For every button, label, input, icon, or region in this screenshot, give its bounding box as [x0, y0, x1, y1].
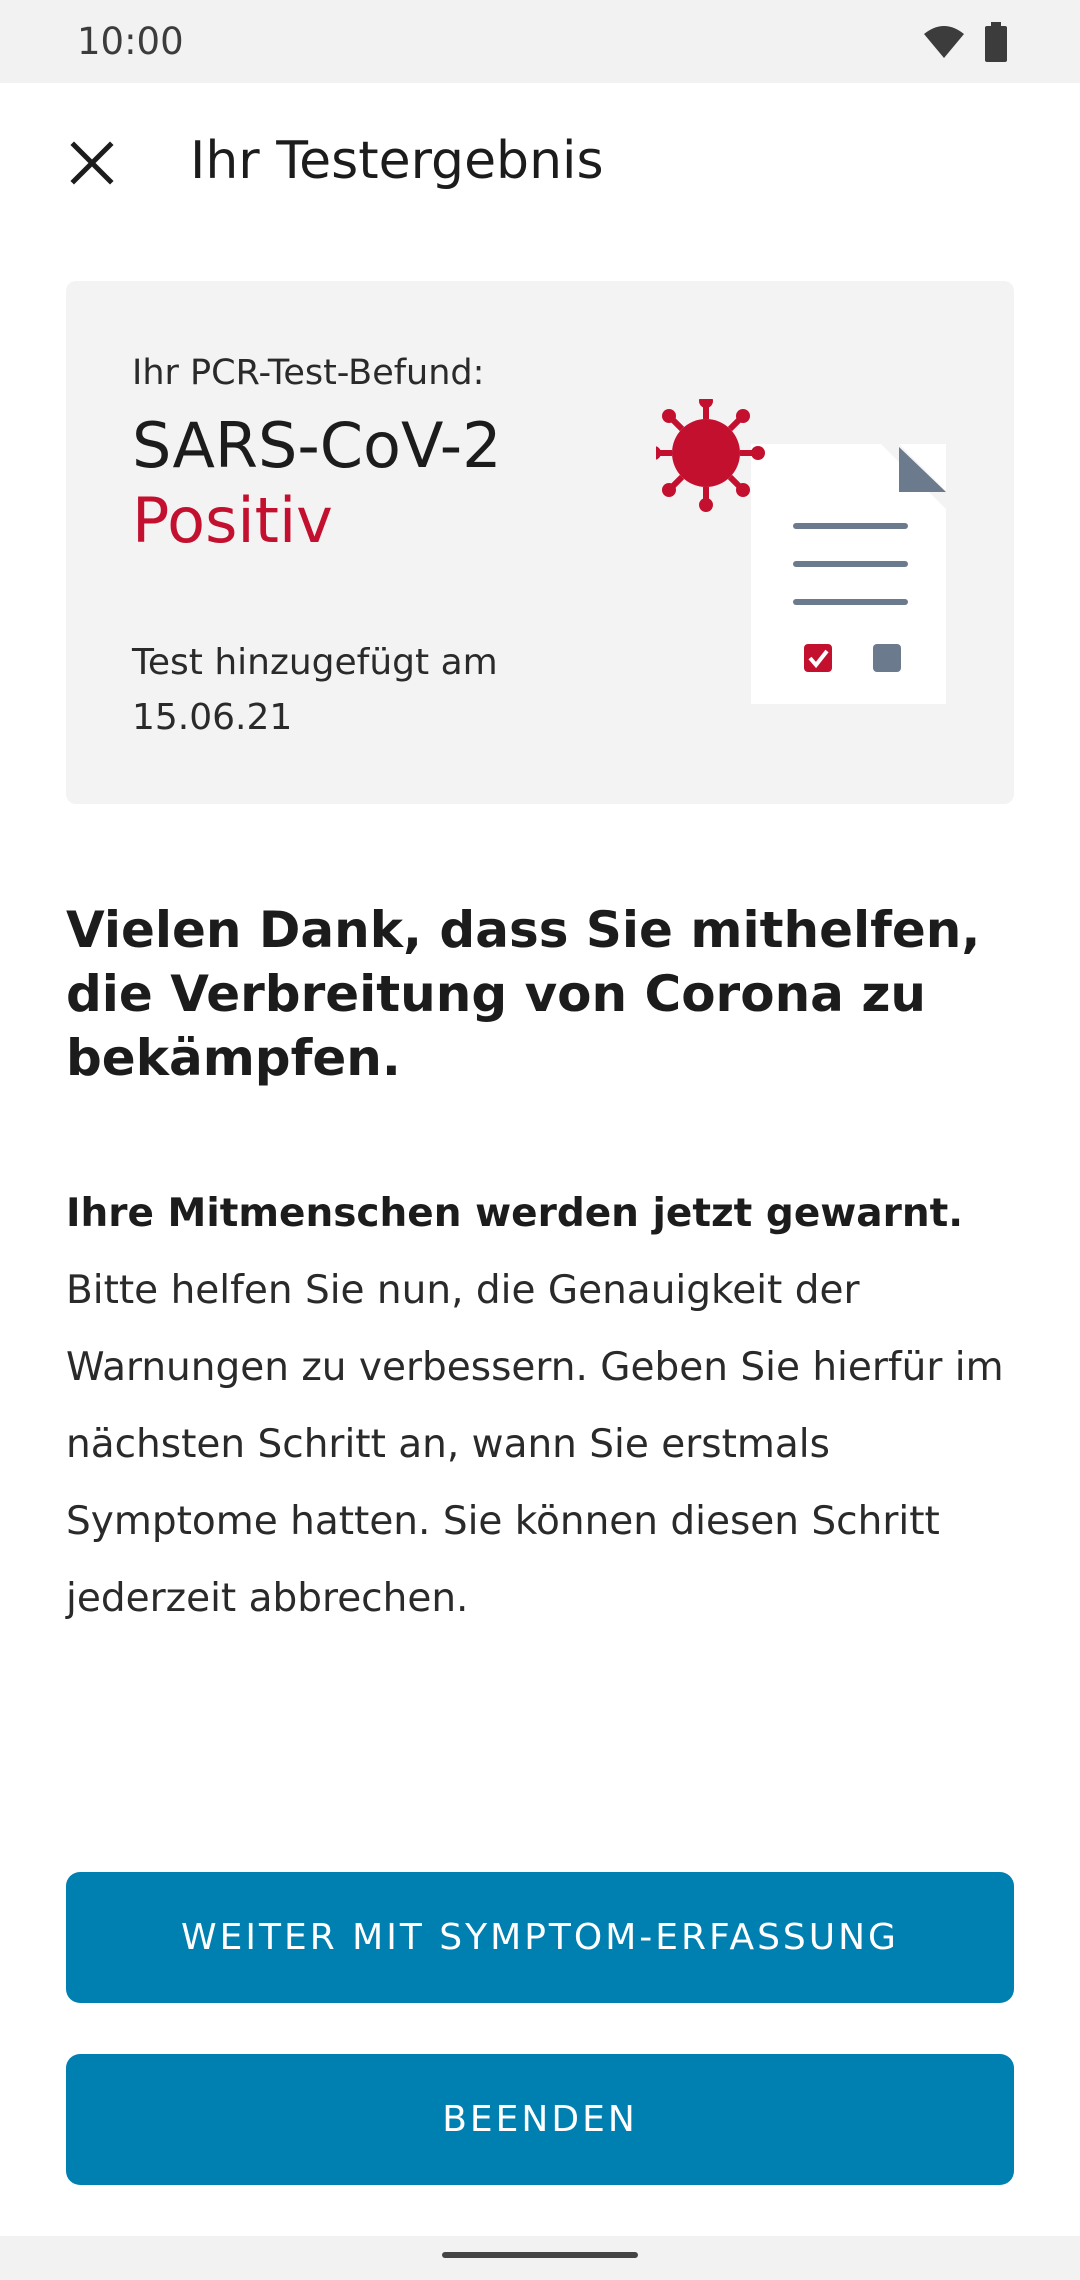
- page-title: Ihr Testergebnis: [190, 131, 604, 191]
- thank-you-headline: Vielen Dank, dass Sie mithelfen, die Ver…: [66, 901, 981, 1087]
- battery-icon: [985, 22, 1007, 62]
- info-text-rest: Bitte helfen Sie nun, die Genauigkeit de…: [66, 1268, 1004, 1621]
- test-document-virus-icon: [656, 399, 946, 704]
- home-gesture-handle[interactable]: [442, 2252, 638, 2258]
- virus-name: SARS-CoV-2: [132, 409, 502, 482]
- status-time: 10:00: [77, 20, 184, 63]
- date-added-value: 15.06.21: [132, 697, 293, 738]
- info-text-bold: Ihre Mitmenschen werden jetzt gewarnt.: [66, 1191, 964, 1236]
- test-result-card: Ihr PCR-Test-Befund: SARS-CoV-2 Positiv …: [66, 281, 1014, 804]
- status-bar: 10:00: [0, 0, 1080, 83]
- result-label: Ihr PCR-Test-Befund:: [132, 353, 485, 393]
- close-button[interactable]: [52, 123, 132, 203]
- wifi-icon: [924, 26, 964, 58]
- close-icon: [70, 141, 114, 185]
- continue-symptom-button[interactable]: WEITER MIT SYMPTOM-ERFASSUNG: [66, 1872, 1014, 2003]
- app-bar: Ihr Testergebnis: [0, 83, 1080, 243]
- date-added-label: Test hinzugefügt am: [132, 642, 498, 683]
- info-text: Ihre Mitmenschen werden jetzt gewarnt. B…: [66, 1175, 1026, 1637]
- result-status: Positiv: [132, 484, 333, 557]
- navigation-bar: [0, 2236, 1080, 2280]
- finish-button[interactable]: BEENDEN: [66, 2054, 1014, 2185]
